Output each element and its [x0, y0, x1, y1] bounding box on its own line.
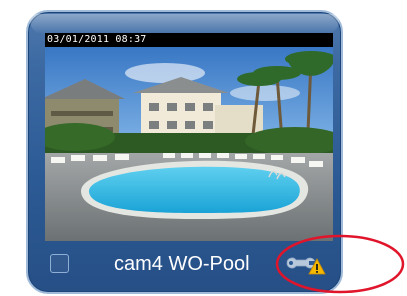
- select-checkbox[interactable]: [50, 254, 69, 273]
- camera-tile[interactable]: 03/01/2011 08:37 cam4 WO-Pool: [26, 10, 343, 294]
- camera-name-label: cam4 WO-Pool: [114, 253, 250, 275]
- tile-gloss: [30, 14, 339, 34]
- tile-footer: cam4 WO-Pool: [28, 248, 341, 288]
- warning-icon: [308, 258, 326, 275]
- camera-feed-image: [45, 33, 333, 241]
- timestamp-overlay: 03/01/2011 08:37: [45, 33, 333, 47]
- camera-feed[interactable]: 03/01/2011 08:37: [45, 33, 333, 241]
